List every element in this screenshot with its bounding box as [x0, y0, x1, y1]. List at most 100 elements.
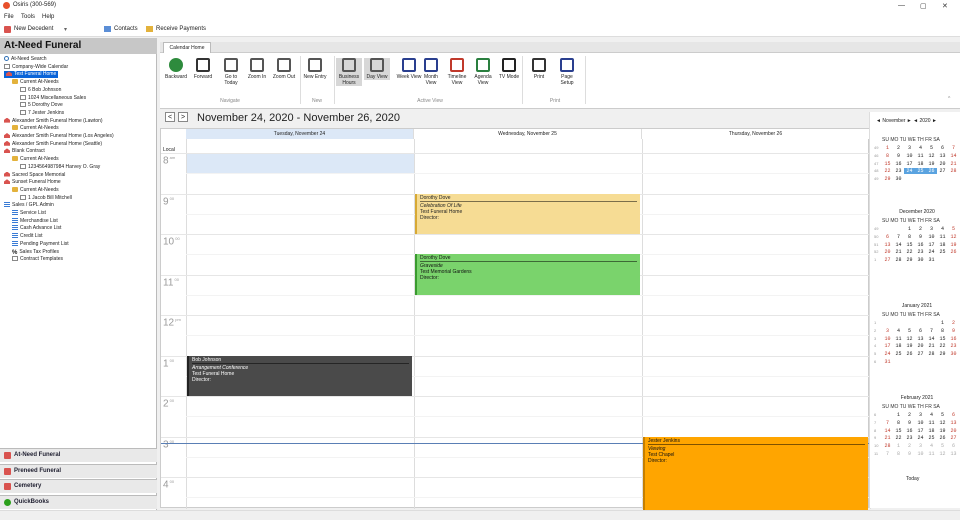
mini-day[interactable]: 8	[893, 451, 904, 457]
tree-item[interactable]: Alexander Smith Funeral Home (Seattle)	[4, 140, 102, 148]
mini-day[interactable]: 28	[926, 351, 937, 357]
minimize-button[interactable]: —	[898, 2, 905, 9]
mini-day[interactable]: 16	[893, 161, 904, 167]
mini-day[interactable]: 22	[904, 249, 915, 255]
close-button[interactable]: ✕	[942, 2, 948, 10]
mini-day[interactable]: 11	[926, 451, 937, 457]
mini-day[interactable]: 9	[904, 420, 915, 426]
mini-day[interactable]: 22	[893, 435, 904, 441]
tree-item[interactable]: Merchandise List	[12, 217, 58, 225]
mini-day[interactable]: 28	[882, 443, 893, 449]
mini-day[interactable]: 30	[915, 257, 926, 263]
mini-day[interactable]: 14	[893, 242, 904, 248]
tree-item[interactable]: At-Need Search	[4, 56, 47, 63]
mini-day[interactable]: 20	[882, 249, 893, 255]
mini-day[interactable]: 29	[882, 176, 893, 182]
navigation-tree[interactable]: At-Need Search Company-Wide Calendar Test …	[0, 56, 156, 446]
tree-item[interactable]: Service List	[12, 210, 46, 217]
mini-day[interactable]: 18	[926, 428, 937, 434]
mini-day[interactable]: 22	[882, 168, 893, 174]
mini-day[interactable]: 27	[937, 168, 948, 174]
mini-day[interactable]: 15	[893, 428, 904, 434]
mini-day[interactable]: 19	[948, 242, 959, 248]
day-header[interactable]: Thursday, November 26	[642, 129, 870, 139]
mini-day[interactable]: 8	[882, 153, 893, 159]
mini-day[interactable]: 27	[882, 257, 893, 263]
new-decedent-button[interactable]: New Decedent	[14, 26, 53, 32]
mini-day[interactable]: 1	[904, 226, 915, 232]
mini-day[interactable]: 11	[893, 336, 904, 342]
prev-range-button[interactable]: <	[165, 112, 175, 122]
mini-day[interactable]: 5	[926, 145, 937, 151]
mini-day[interactable]: 12	[904, 336, 915, 342]
mini-day[interactable]: 8	[904, 234, 915, 240]
mini-day[interactable]: 18	[915, 161, 926, 167]
tree-item[interactable]: Current At-Needs	[12, 186, 59, 194]
tree-item[interactable]: % Sales Tax Profiles	[12, 249, 59, 256]
mini-day[interactable]: 5	[948, 226, 959, 232]
tree-item[interactable]: Company-Wide Calendar	[4, 63, 68, 71]
mini-day[interactable]: 10	[926, 234, 937, 240]
mini-day[interactable]: 25	[915, 168, 926, 175]
module-quickbooks[interactable]: QuickBooks	[0, 494, 157, 509]
mini-day[interactable]: 7	[893, 234, 904, 240]
mini-day[interactable]: 4	[893, 328, 904, 334]
mini-day[interactable]: 5	[937, 443, 948, 449]
mini-day[interactable]: 3	[904, 145, 915, 151]
mini-day[interactable]: 29	[937, 351, 948, 357]
mini-day[interactable]: 23	[904, 435, 915, 441]
mini-day[interactable]: 21	[948, 161, 959, 167]
mini-day[interactable]: 29	[904, 257, 915, 263]
mini-day[interactable]: 17	[904, 161, 915, 167]
mini-day[interactable]: 3	[926, 226, 937, 232]
mini-day[interactable]: 4	[926, 443, 937, 449]
new-entry-button[interactable]: New Entry	[302, 58, 328, 80]
mini-day[interactable]: 23	[893, 168, 904, 174]
business-hours-button[interactable]: Business Hours	[336, 58, 362, 86]
mini-day[interactable]: 6	[882, 234, 893, 240]
tree-item[interactable]: 5 Dorothy Dove	[20, 102, 63, 109]
mini-day[interactable]: 2	[893, 145, 904, 151]
mini-day[interactable]: 7	[882, 451, 893, 457]
mini-day[interactable]: 9	[904, 451, 915, 457]
tree-item[interactable]: Sunset Funeral Home	[4, 179, 61, 186]
mini-day[interactable]: 4	[937, 226, 948, 232]
mini-day[interactable]: 1	[893, 443, 904, 449]
appointment[interactable]: Dorothy Dove Graveside Test Memorial Garde…	[415, 254, 640, 295]
mini-day[interactable]: 18	[893, 343, 904, 349]
mini-day[interactable]: 12	[926, 153, 937, 159]
mini-day[interactable]: 15	[937, 336, 948, 342]
forward-button[interactable]: Forward	[190, 58, 216, 80]
menu-help[interactable]: Help	[42, 14, 54, 20]
mini-day[interactable]: 31	[926, 257, 937, 263]
mini-day[interactable]: 12	[937, 451, 948, 457]
mini-day[interactable]: 17	[915, 428, 926, 434]
mini-day[interactable]: 5	[904, 328, 915, 334]
mini-day[interactable]: 24	[926, 249, 937, 255]
mini-day[interactable]: 1	[882, 145, 893, 151]
new-decedent-dropdown-icon[interactable]: ▾	[64, 26, 67, 33]
mini-day[interactable]: 14	[926, 336, 937, 342]
mini-day[interactable]: 30	[948, 351, 959, 357]
tab-calendar-home[interactable]: Calendar Home	[163, 42, 211, 53]
mini-day[interactable]: 9	[893, 153, 904, 159]
mini-day[interactable]: 4	[926, 412, 937, 418]
mini-day[interactable]: 26	[937, 435, 948, 441]
mini-day[interactable]: 26	[948, 249, 959, 255]
contacts-button[interactable]: Contacts	[114, 26, 138, 32]
tree-item[interactable]: Alexander Smith Funeral Home (Lawton)	[4, 117, 103, 125]
agenda-view-button[interactable]: Agenda View	[470, 58, 496, 86]
mini-day[interactable]: 24	[882, 351, 893, 357]
mini-day[interactable]: 13	[948, 451, 959, 457]
mini-day[interactable]: 20	[937, 161, 948, 167]
tv-mode-button[interactable]: TV Mode	[496, 58, 522, 80]
next-range-button[interactable]: >	[178, 112, 188, 122]
mini-day[interactable]: 15	[882, 161, 893, 167]
month-view-button[interactable]: Month View	[418, 58, 444, 86]
mini-day[interactable]: 27	[915, 351, 926, 357]
go-to-today-button[interactable]: Go to Today	[218, 58, 244, 86]
maximize-button[interactable]: ▢	[920, 2, 927, 10]
mini-day[interactable]: 24	[904, 168, 915, 175]
print-button[interactable]: Print	[526, 58, 552, 80]
day-view-button[interactable]: Day View	[364, 58, 390, 80]
